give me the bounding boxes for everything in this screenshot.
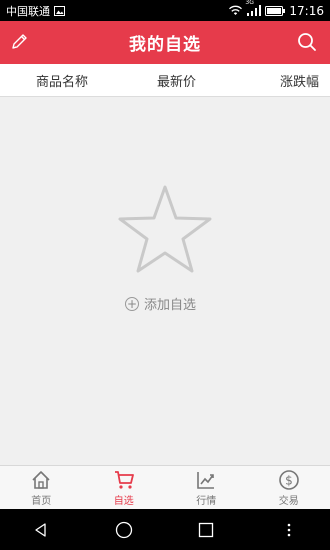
nav-item-home[interactable]: 首页: [0, 466, 83, 509]
recents-square-icon: [199, 522, 214, 537]
column-header-change[interactable]: 涨跌幅: [280, 71, 319, 90]
recents-button[interactable]: [196, 520, 216, 540]
nav-label-watchlist: 自选: [113, 495, 134, 507]
nav-label-home: 首页: [31, 495, 52, 507]
nav-item-market[interactable]: 行情: [165, 466, 248, 509]
home-system-button[interactable]: [114, 520, 134, 540]
nav-item-watchlist[interactable]: 自选: [83, 466, 166, 509]
status-bar: 中国联通 3G 17:16: [0, 0, 330, 21]
signal-icon: 3G: [245, 0, 262, 16]
column-header-price[interactable]: 最新价: [157, 71, 196, 90]
star-icon: [118, 185, 212, 273]
network-type-label: 3G: [245, 0, 254, 6]
bottom-nav: 首页 自选 行情 $ 交易: [0, 465, 330, 509]
back-triangle-icon: [35, 522, 46, 537]
add-circle-icon: +: [125, 296, 139, 311]
column-header-row: 商品名称 最新价 涨跌幅: [0, 64, 330, 97]
add-watchlist-label: 添加自选: [144, 298, 197, 313]
image-notification-icon: [54, 5, 65, 16]
page-title: 我的自选: [129, 35, 201, 55]
battery-icon: [265, 5, 286, 16]
wifi-icon: [228, 5, 243, 16]
add-watchlist-button[interactable]: + 添加自选: [125, 294, 196, 313]
svg-text:$: $: [285, 473, 293, 487]
system-nav-bar: [0, 509, 330, 550]
nav-label-market: 行情: [196, 495, 217, 507]
status-left: 中国联通: [6, 3, 65, 19]
app-header: 我的自选: [0, 21, 330, 64]
search-button[interactable]: [296, 31, 318, 53]
home-icon: [32, 470, 50, 489]
dollar-icon: $: [278, 469, 299, 490]
column-header-name[interactable]: 商品名称: [36, 71, 88, 90]
nav-label-trade: 交易: [278, 495, 299, 507]
search-icon: [298, 33, 316, 51]
back-button[interactable]: [31, 520, 51, 540]
pencil-icon: [12, 34, 27, 49]
clock: 17:16: [289, 3, 324, 18]
watchlist-empty-state: + 添加自选: [0, 97, 330, 465]
home-circle-icon: [115, 521, 132, 538]
cart-icon: [114, 470, 134, 489]
status-right: 3G 17:16: [228, 0, 324, 18]
more-vertical-icon: [287, 523, 291, 536]
menu-button[interactable]: [279, 520, 299, 540]
carrier-label: 中国联通: [6, 4, 50, 18]
nav-item-trade[interactable]: $ 交易: [248, 466, 330, 509]
edit-button[interactable]: [8, 31, 30, 53]
chart-icon: [197, 471, 215, 489]
